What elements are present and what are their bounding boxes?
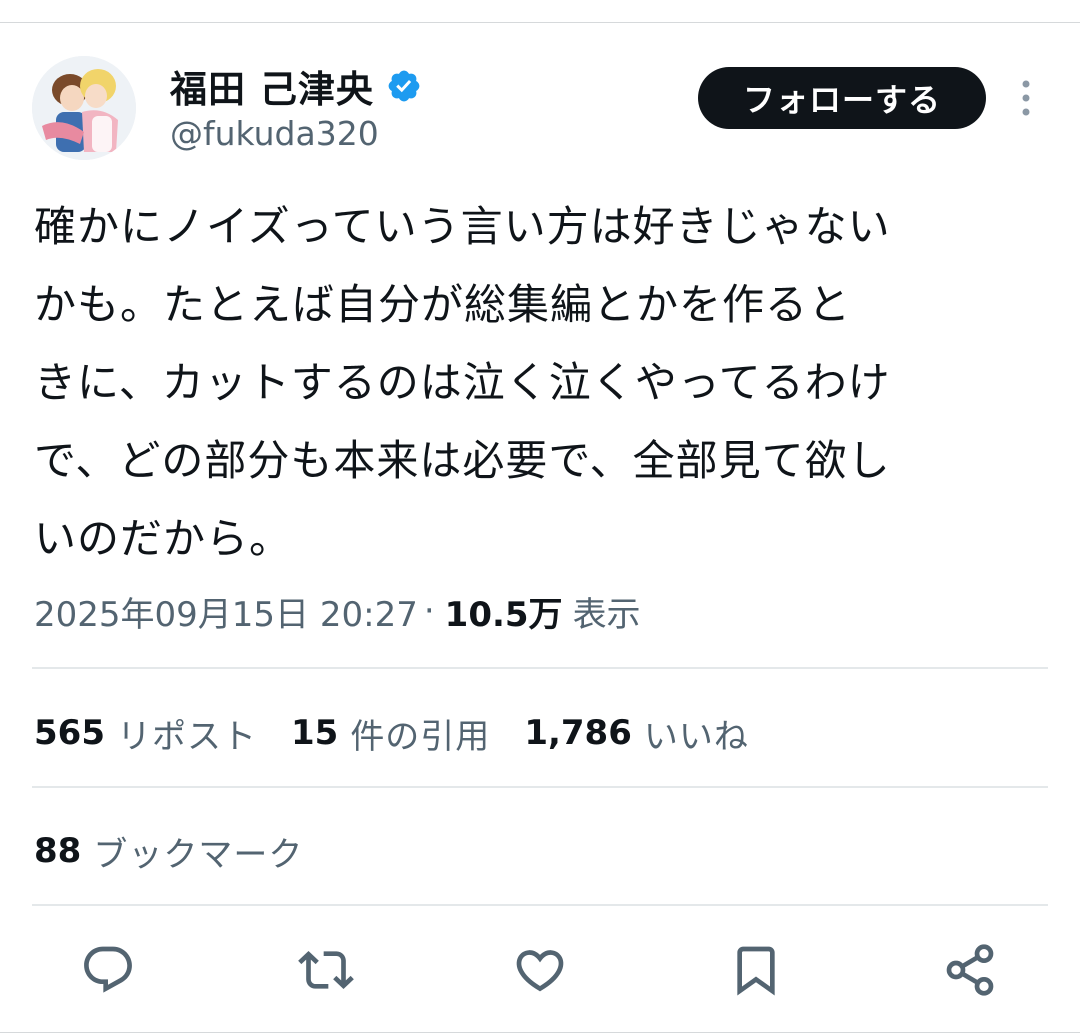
tweet-meta: 2025年09月15日 20:27 · 10.5万 表示 xyxy=(34,586,641,636)
quotes-stat[interactable]: 15 件の引用 xyxy=(291,709,490,758)
divider xyxy=(32,904,1048,906)
verified-badge-icon xyxy=(386,68,422,104)
share-button[interactable] xyxy=(934,934,1006,1006)
author-handle[interactable]: @fukuda320 xyxy=(170,114,422,153)
like-button[interactable] xyxy=(504,934,576,1006)
follow-button[interactable]: フォローする xyxy=(698,67,986,129)
likes-stat[interactable]: 1,786 いいね xyxy=(524,709,749,758)
like-icon xyxy=(516,950,564,992)
bookmarks-stat[interactable]: 88 ブックマーク xyxy=(34,824,337,878)
author-names: 福田 己津央 @fukuda320 xyxy=(170,60,422,153)
reposts-stat[interactable]: 565 リポスト xyxy=(34,709,257,758)
bookmark-button[interactable] xyxy=(720,934,792,1006)
avatar[interactable] xyxy=(32,56,136,160)
name-row: 福田 己津央 xyxy=(170,60,422,112)
quotes-label: 件の引用 xyxy=(350,716,491,757)
tweet-header: 福田 己津央 @fukuda320 フォローする xyxy=(32,56,1048,166)
likes-count: 1,786 xyxy=(524,713,632,753)
quotes-count: 15 xyxy=(290,713,339,753)
views-count: 10.5万 xyxy=(444,594,563,635)
bottom-divider xyxy=(0,1032,1080,1033)
reply-button[interactable] xyxy=(72,934,144,1006)
divider xyxy=(32,786,1048,788)
more-options-icon[interactable] xyxy=(1014,76,1038,120)
action-bar xyxy=(0,934,1080,1006)
views-label: 表示 xyxy=(572,594,641,635)
bookmarks-stat-inner: 88 ブックマーク xyxy=(34,827,303,876)
bookmarks-count: 88 xyxy=(34,831,82,871)
meta-separator: · xyxy=(423,591,435,631)
engagement-stats: 565 リポスト 15 件の引用 1,786 いいね xyxy=(34,706,783,760)
reply-icon xyxy=(84,946,132,993)
reposts-count: 565 xyxy=(34,713,105,753)
timestamp[interactable]: 2025年09月15日 20:27 xyxy=(34,587,418,636)
display-name[interactable]: 福田 己津央 xyxy=(170,59,374,113)
top-divider xyxy=(0,22,1080,23)
reposts-label: リポスト xyxy=(116,716,257,757)
share-icon xyxy=(946,944,994,996)
likes-label: いいね xyxy=(643,716,749,757)
tweet-text: 確かにノイズっていう言い方は好きじゃない かも。たとえば自分が総集編とかを作ると… xyxy=(34,202,891,563)
divider xyxy=(32,667,1048,669)
repost-icon xyxy=(298,951,354,989)
repost-button[interactable] xyxy=(290,934,362,1006)
bookmarks-label: ブックマーク xyxy=(93,834,304,875)
bookmark-icon xyxy=(737,946,775,996)
